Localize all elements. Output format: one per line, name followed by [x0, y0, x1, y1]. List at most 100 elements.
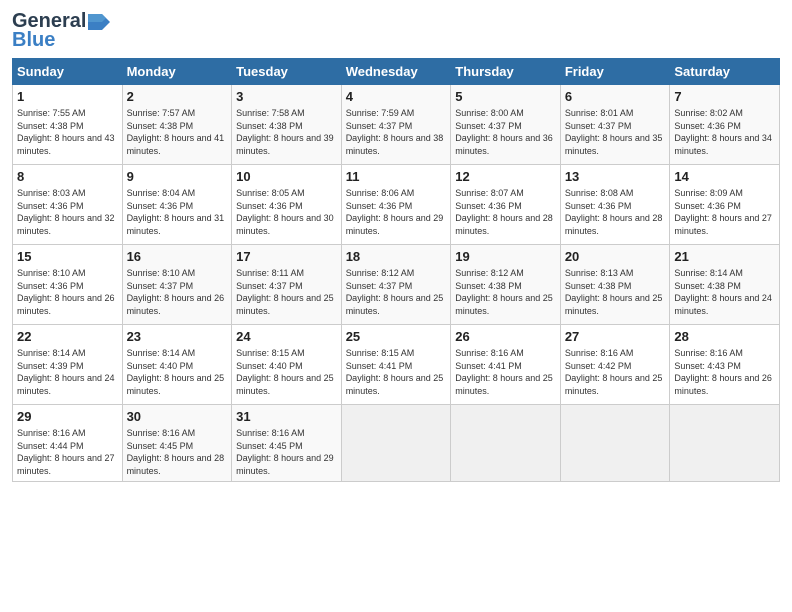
- sunrise-label: Sunrise: 7:57 AM: [127, 108, 196, 118]
- day-number: 7: [674, 88, 775, 106]
- table-cell: 31Sunrise: 8:16 AMSunset: 4:45 PMDayligh…: [232, 405, 342, 482]
- sunset-label: Sunset: 4:37 PM: [236, 281, 303, 291]
- table-cell: 15Sunrise: 8:10 AMSunset: 4:36 PMDayligh…: [13, 245, 123, 325]
- sunset-label: Sunset: 4:41 PM: [346, 361, 413, 371]
- sunrise-label: Sunrise: 8:16 AM: [127, 428, 196, 438]
- sunrise-label: Sunrise: 8:01 AM: [565, 108, 634, 118]
- day-number: 9: [127, 168, 228, 186]
- daylight-label: Daylight: 8 hours and 32 minutes.: [17, 213, 115, 236]
- table-cell: 22Sunrise: 8:14 AMSunset: 4:39 PMDayligh…: [13, 325, 123, 405]
- header-row: Sunday Monday Tuesday Wednesday Thursday…: [13, 59, 780, 85]
- table-cell: 12Sunrise: 8:07 AMSunset: 4:36 PMDayligh…: [451, 165, 561, 245]
- sunset-label: Sunset: 4:37 PM: [565, 121, 632, 131]
- sunset-label: Sunset: 4:36 PM: [674, 201, 741, 211]
- sunset-label: Sunset: 4:38 PM: [674, 281, 741, 291]
- daylight-label: Daylight: 8 hours and 26 minutes.: [127, 293, 225, 316]
- sunrise-label: Sunrise: 8:04 AM: [127, 188, 196, 198]
- sunrise-label: Sunrise: 8:16 AM: [565, 348, 634, 358]
- table-cell: 3Sunrise: 7:58 AMSunset: 4:38 PMDaylight…: [232, 85, 342, 165]
- col-monday: Monday: [122, 59, 232, 85]
- day-number: 23: [127, 328, 228, 346]
- sunrise-label: Sunrise: 8:16 AM: [455, 348, 524, 358]
- sunset-label: Sunset: 4:37 PM: [346, 121, 413, 131]
- daylight-label: Daylight: 8 hours and 28 minutes.: [455, 213, 553, 236]
- sunset-label: Sunset: 4:43 PM: [674, 361, 741, 371]
- sunset-label: Sunset: 4:36 PM: [17, 201, 84, 211]
- table-cell: 8Sunrise: 8:03 AMSunset: 4:36 PMDaylight…: [13, 165, 123, 245]
- day-number: 27: [565, 328, 666, 346]
- table-cell: 9 Sunrise: 8:04 AM Sunset: 4:36 PM Daylight…: [122, 165, 232, 245]
- sunset-label: Sunset: 4:38 PM: [565, 281, 632, 291]
- daylight-label: Daylight: 8 hours and 25 minutes.: [236, 373, 334, 396]
- table-cell: 24Sunrise: 8:15 AMSunset: 4:40 PMDayligh…: [232, 325, 342, 405]
- day-number: 16: [127, 248, 228, 266]
- day-number: 31: [236, 408, 337, 426]
- sunrise-label: Sunrise: 7:58 AM: [236, 108, 305, 118]
- sunset-label: Sunset: 4:37 PM: [455, 121, 522, 131]
- table-cell: 11Sunrise: 8:06 AMSunset: 4:36 PMDayligh…: [341, 165, 451, 245]
- daylight-label: Daylight: 8 hours and 28 minutes.: [565, 213, 663, 236]
- daylight-label: Daylight: 8 hours and 38 minutes.: [346, 133, 444, 156]
- sunset-label: Sunset: 4:40 PM: [127, 361, 194, 371]
- daylight-label: Daylight: 8 hours and 29 minutes.: [236, 453, 334, 476]
- sunset-label: Sunset: 4:40 PM: [236, 361, 303, 371]
- sunset-label: Sunset: 4:36 PM: [127, 201, 194, 211]
- day-number: 14: [674, 168, 775, 186]
- day-number: 13: [565, 168, 666, 186]
- sunset-label: Sunset: 4:36 PM: [236, 201, 303, 211]
- sunrise-label: Sunrise: 8:15 AM: [346, 348, 415, 358]
- daylight-label: Daylight: 8 hours and 28 minutes.: [127, 453, 225, 476]
- day-number: 5: [455, 88, 556, 106]
- sunrise-label: Sunrise: 8:16 AM: [236, 428, 305, 438]
- sunrise-label: Sunrise: 8:13 AM: [565, 268, 634, 278]
- sunrise-label: Sunrise: 8:07 AM: [455, 188, 524, 198]
- day-number: 21: [674, 248, 775, 266]
- sunrise-label: Sunrise: 8:14 AM: [127, 348, 196, 358]
- sunrise-label: Sunrise: 8:16 AM: [17, 428, 86, 438]
- daylight-label: Daylight: 8 hours and 25 minutes.: [455, 293, 553, 316]
- sunset-label: Sunset: 4:38 PM: [127, 121, 194, 131]
- day-number: 8: [17, 168, 118, 186]
- day-number: 3: [236, 88, 337, 106]
- table-cell: [451, 405, 561, 482]
- sunrise-label: Sunrise: 8:06 AM: [346, 188, 415, 198]
- col-thursday: Thursday: [451, 59, 561, 85]
- day-number: 2: [127, 88, 228, 106]
- sunset-label: Sunset: 4:38 PM: [236, 121, 303, 131]
- table-cell: [341, 405, 451, 482]
- table-cell: 5Sunrise: 8:00 AMSunset: 4:37 PMDaylight…: [451, 85, 561, 165]
- daylight-label: Daylight: 8 hours and 26 minutes.: [674, 373, 772, 396]
- daylight-label: Daylight: 8 hours and 25 minutes.: [346, 373, 444, 396]
- daylight-label: Daylight: 8 hours and 35 minutes.: [565, 133, 663, 156]
- sunrise-label: Sunrise: 8:05 AM: [236, 188, 305, 198]
- day-number: 26: [455, 328, 556, 346]
- day-number: 30: [127, 408, 228, 426]
- daylight-label: Daylight: 8 hours and 27 minutes.: [17, 453, 115, 476]
- day-number: 11: [346, 168, 447, 186]
- table-cell: 21Sunrise: 8:14 AMSunset: 4:38 PMDayligh…: [670, 245, 780, 325]
- table-cell: 13Sunrise: 8:08 AMSunset: 4:36 PMDayligh…: [560, 165, 670, 245]
- daylight-label: Daylight: 8 hours and 25 minutes.: [565, 373, 663, 396]
- sunset-label: Sunset: 4:36 PM: [674, 121, 741, 131]
- day-number: 1: [17, 88, 118, 106]
- sunset-label: Sunset: 4:36 PM: [455, 201, 522, 211]
- daylight-label: Daylight: 8 hours and 24 minutes.: [674, 293, 772, 316]
- daylight-label: Daylight: 8 hours and 31 minutes.: [127, 213, 225, 236]
- day-number: 28: [674, 328, 775, 346]
- sunset-label: Sunset: 4:38 PM: [455, 281, 522, 291]
- table-cell: 27Sunrise: 8:16 AMSunset: 4:42 PMDayligh…: [560, 325, 670, 405]
- sunset-label: Sunset: 4:36 PM: [17, 281, 84, 291]
- header: General Blue: [12, 10, 780, 52]
- table-cell: 2Sunrise: 7:57 AMSunset: 4:38 PMDaylight…: [122, 85, 232, 165]
- logo: General Blue: [12, 10, 110, 52]
- sunrise-label: Sunrise: 7:55 AM: [17, 108, 86, 118]
- sunrise-label: Sunrise: 8:02 AM: [674, 108, 743, 118]
- table-cell: 25Sunrise: 8:15 AMSunset: 4:41 PMDayligh…: [341, 325, 451, 405]
- table-cell: 1Sunrise: 7:55 AMSunset: 4:38 PMDaylight…: [13, 85, 123, 165]
- daylight-label: Daylight: 8 hours and 25 minutes.: [236, 293, 334, 316]
- col-wednesday: Wednesday: [341, 59, 451, 85]
- day-number: 10: [236, 168, 337, 186]
- table-cell: 26Sunrise: 8:16 AMSunset: 4:41 PMDayligh…: [451, 325, 561, 405]
- sunrise-label: Sunrise: 8:10 AM: [17, 268, 86, 278]
- daylight-label: Daylight: 8 hours and 24 minutes.: [17, 373, 115, 396]
